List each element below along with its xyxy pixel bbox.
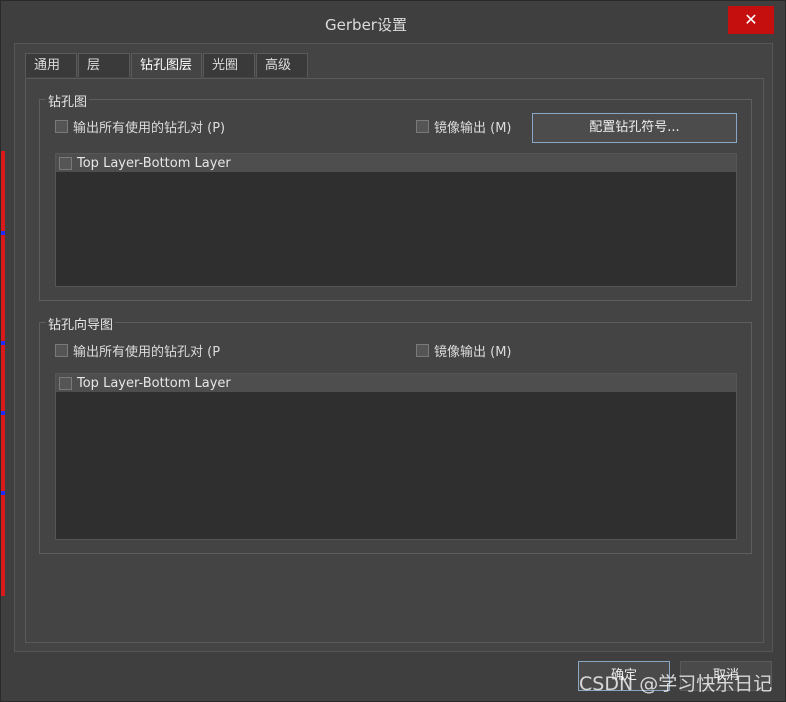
tab-layers[interactable]: 层: [78, 53, 130, 77]
close-icon: ✕: [744, 10, 758, 29]
output-all-pairs-label: 输出所有使用的钻孔对 (P): [73, 121, 226, 136]
title-bar: Gerber设置 ✕: [1, 1, 785, 43]
dialog-body: 通用 层 钻孔图层 光圈 高级 钻孔图 输出所有使用的钻孔对 (P) 镜像输出 …: [14, 43, 773, 652]
drill-guide-mirror-option[interactable]: 镜像输出 (M): [416, 341, 512, 360]
guide-layer-pair-label: Top Layer-Bottom Layer: [77, 375, 231, 391]
configure-drill-symbols-button[interactable]: 配置钻孔符号...: [532, 113, 737, 143]
watermark: CSDN @学习快乐日记: [579, 673, 773, 695]
tab-general[interactable]: 通用: [25, 53, 77, 77]
tab-apertures[interactable]: 光圈: [203, 53, 255, 77]
drill-drawing-mirror-option[interactable]: 镜像输出 (M): [416, 117, 512, 136]
guide-mirror-output-label: 镜像输出 (M): [434, 345, 512, 360]
guide-output-all-pairs-checkbox[interactable]: [55, 344, 68, 357]
background-pcb-canvas: [1, 151, 5, 596]
guide-layer-pair-checkbox[interactable]: [59, 376, 72, 390]
layer-pair-checkbox[interactable]: [59, 156, 72, 170]
dialog-title: Gerber设置: [325, 16, 407, 34]
tab-advanced[interactable]: 高级: [256, 53, 308, 77]
output-all-pairs-checkbox[interactable]: [55, 120, 68, 133]
pcb-trace: [1, 341, 5, 345]
drill-drawing-group: 钻孔图 输出所有使用的钻孔对 (P) 镜像输出 (M) 配置钻孔符号... To…: [39, 91, 752, 301]
pcb-trace: [1, 231, 5, 235]
drill-guide-output-all-option[interactable]: 输出所有使用的钻孔对 (P: [55, 341, 220, 360]
drill-drawing-group-title: 钻孔图: [46, 91, 90, 110]
layer-pair-label: Top Layer-Bottom Layer: [77, 155, 231, 171]
guide-output-all-pairs-label: 输出所有使用的钻孔对 (P: [73, 345, 221, 360]
tab-drill-drawing[interactable]: 钻孔图层: [131, 53, 202, 79]
tab-panel-drill-drawing: 钻孔图 输出所有使用的钻孔对 (P) 镜像输出 (M) 配置钻孔符号... To…: [25, 78, 764, 643]
pcb-trace: [1, 491, 5, 495]
list-item[interactable]: Top Layer-Bottom Layer: [56, 374, 736, 392]
drill-drawing-layer-pair-list: Top Layer-Bottom Layer: [55, 153, 737, 287]
guide-mirror-output-checkbox[interactable]: [416, 344, 429, 357]
mirror-output-label: 镜像输出 (M): [434, 121, 512, 136]
list-item[interactable]: Top Layer-Bottom Layer: [56, 154, 736, 172]
drill-guide-group-title: 钻孔向导图: [46, 314, 116, 333]
gerber-settings-dialog: Gerber设置 ✕ 通用 层 钻孔图层 光圈 高级 钻孔图 输出所有使用的钻孔…: [0, 0, 786, 702]
drill-guide-layer-pair-list: Top Layer-Bottom Layer: [55, 373, 737, 540]
close-button[interactable]: ✕: [728, 6, 774, 34]
drill-guide-group: 钻孔向导图 输出所有使用的钻孔对 (P 镜像输出 (M) Top Layer-B…: [39, 314, 752, 554]
mirror-output-checkbox[interactable]: [416, 120, 429, 133]
drill-drawing-output-all-option[interactable]: 输出所有使用的钻孔对 (P): [55, 117, 225, 136]
pcb-trace: [1, 411, 5, 415]
tab-strip: 通用 层 钻孔图层 光圈 高级: [25, 53, 309, 79]
